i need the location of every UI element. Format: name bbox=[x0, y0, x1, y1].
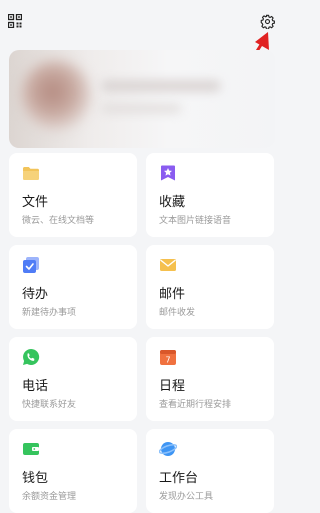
tile-title: 邮件 bbox=[159, 287, 186, 302]
tile-subtitle: 新建待办事项 bbox=[22, 308, 77, 318]
tile-subtitle: 查看近期行程安排 bbox=[159, 400, 232, 410]
profile-subtitle-placeholder bbox=[101, 104, 181, 113]
tile-title: 日程 bbox=[159, 379, 186, 394]
tile-title: 收藏 bbox=[159, 195, 186, 210]
tile-title: 钱包 bbox=[22, 471, 49, 486]
settings-gear-icon[interactable] bbox=[260, 14, 275, 29]
tile-workbench[interactable]: 工作台 发现办公工具 bbox=[146, 429, 274, 513]
phone-icon bbox=[23, 348, 40, 365]
calendar-badge: 7 bbox=[165, 356, 170, 365]
mail-icon bbox=[160, 259, 176, 271]
tile-subtitle: 快捷联系好友 bbox=[22, 400, 77, 410]
tile-title: 文件 bbox=[22, 195, 49, 210]
avatar bbox=[21, 60, 91, 130]
wallet-icon bbox=[23, 443, 39, 455]
tile-files[interactable]: 文件 微云、在线文档等 bbox=[9, 153, 137, 237]
todo-icon bbox=[23, 257, 39, 273]
tile-mail[interactable]: 邮件 邮件收发 bbox=[146, 245, 274, 329]
tile-favorites[interactable]: 收藏 文本图片链接语音 bbox=[146, 153, 274, 237]
tile-title: 电话 bbox=[22, 379, 49, 394]
folder-icon bbox=[23, 167, 39, 180]
tile-subtitle: 余额资金管理 bbox=[22, 492, 77, 502]
favorites-icon bbox=[161, 165, 175, 181]
tile-phone[interactable]: 电话 快捷联系好友 bbox=[9, 337, 137, 421]
calendar-icon: 7 bbox=[160, 350, 176, 365]
tile-subtitle: 微云、在线文档等 bbox=[22, 216, 95, 226]
tile-subtitle: 发现办公工具 bbox=[159, 492, 214, 502]
tile-todo[interactable]: 待办 新建待办事项 bbox=[9, 245, 137, 329]
tile-subtitle: 邮件收发 bbox=[159, 308, 196, 318]
tile-title: 工作台 bbox=[159, 471, 199, 486]
tile-calendar[interactable]: 7 日程 查看近期行程安排 bbox=[146, 337, 274, 421]
tile-title: 待办 bbox=[22, 287, 49, 302]
qr-code-icon[interactable] bbox=[8, 14, 22, 28]
workbench-icon bbox=[159, 442, 177, 456]
profile-card[interactable] bbox=[9, 50, 275, 148]
tile-wallet[interactable]: 钱包 余额资金管理 bbox=[9, 429, 137, 513]
profile-name-placeholder bbox=[101, 80, 221, 92]
tile-subtitle: 文本图片链接语音 bbox=[159, 216, 232, 226]
